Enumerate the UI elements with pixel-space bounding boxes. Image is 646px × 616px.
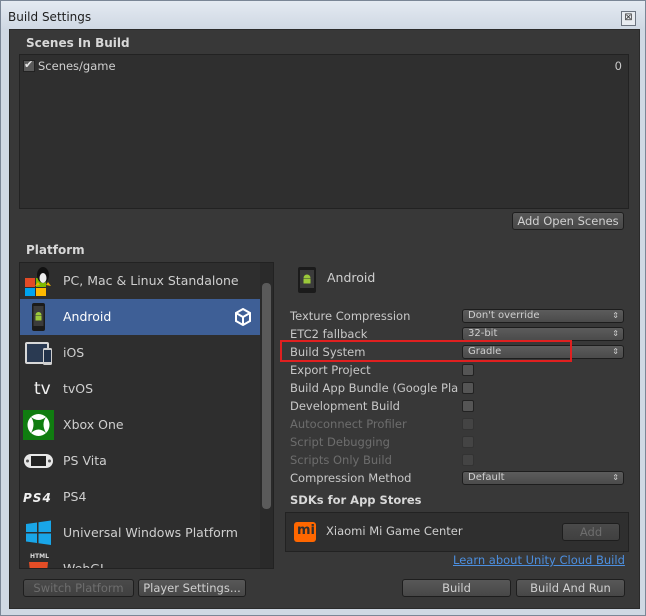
player-settings-button[interactable]: Player Settings...	[138, 579, 246, 597]
add-sdk-button[interactable]: Add	[562, 523, 620, 541]
scenes-header: Scenes In Build	[26, 36, 130, 50]
dropdown-value: Don't override	[468, 310, 540, 321]
switch-platform-button[interactable]: Switch Platform	[23, 579, 134, 597]
xbox-icon	[23, 410, 54, 440]
platform-item-webgl[interactable]: HTML WebGL	[20, 551, 260, 569]
compression-method-dropdown[interactable]: Default ⇕	[462, 471, 624, 485]
export-project-checkbox[interactable]	[462, 364, 474, 376]
scripts-only-build-label: Scripts Only Build	[290, 453, 392, 467]
platform-item-ios[interactable]: iOS	[20, 335, 260, 371]
android-title-icon	[298, 267, 316, 293]
script-debugging-checkbox	[462, 436, 474, 448]
platform-label: Android	[63, 309, 112, 324]
platform-list[interactable]: PC, Mac & Linux Standalone Android iOS t…	[19, 262, 274, 569]
scrollbar-thumb[interactable]	[262, 283, 271, 509]
autoconnect-profiler-label: Autoconnect Profiler	[290, 417, 407, 431]
script-debugging-label: Script Debugging	[290, 435, 390, 449]
sdk-header: SDKs for App Stores	[290, 493, 422, 507]
dropdown-arrow-icon: ⇕	[612, 473, 619, 482]
build-and-run-button[interactable]: Build And Run	[516, 579, 625, 597]
platform-label: WebGL	[63, 561, 107, 569]
build-app-bundle-checkbox[interactable]	[462, 382, 474, 394]
scene-row[interactable]: Scenes/game 0	[22, 58, 626, 74]
scripts-only-build-checkbox	[462, 454, 474, 466]
build-settings-window: Build Settings ⊠ Scenes In Build Scenes/…	[0, 0, 646, 616]
scene-index: 0	[614, 59, 622, 73]
ps4-icon: PS4	[23, 491, 52, 505]
pc-mac-linux-icon	[25, 267, 51, 296]
platform-item-tvos[interactable]: tv tvOS	[20, 371, 260, 407]
compression-method-label: Compression Method	[290, 471, 412, 485]
build-app-bundle-label: Build App Bundle (Google Pla	[290, 381, 459, 395]
dropdown-arrow-icon: ⇕	[612, 329, 619, 338]
platform-label: PC, Mac & Linux Standalone	[63, 273, 239, 288]
build-system-highlight	[280, 340, 572, 362]
windows-icon	[26, 520, 51, 545]
platform-item-pc-mac-linux[interactable]: PC, Mac & Linux Standalone	[20, 263, 260, 299]
add-open-scenes-button[interactable]: Add Open Scenes	[512, 212, 624, 230]
ps-vita-icon	[24, 454, 53, 468]
build-button[interactable]: Build	[402, 579, 511, 597]
development-build-label: Development Build	[290, 399, 400, 413]
title-bar[interactable]: Build Settings ⊠	[1, 1, 645, 29]
platform-item-uwp[interactable]: Universal Windows Platform	[20, 515, 260, 551]
sdk-row: mi Xiaomi Mi Game Center Add	[285, 512, 629, 552]
platform-header: Platform	[26, 243, 85, 257]
etc2-fallback-label: ETC2 fallback	[290, 327, 368, 341]
sdk-name: Xiaomi Mi Game Center	[326, 524, 463, 538]
platform-item-xbox-one[interactable]: Xbox One	[20, 407, 260, 443]
dropdown-arrow-icon: ⇕	[612, 347, 619, 356]
platform-label: Xbox One	[63, 417, 124, 432]
cloud-build-link[interactable]: Learn about Unity Cloud Build	[453, 553, 625, 567]
window-content: Scenes In Build Scenes/game 0 Add Open S…	[9, 29, 640, 609]
autoconnect-profiler-checkbox	[462, 418, 474, 430]
platform-item-android[interactable]: Android	[20, 299, 260, 335]
platform-item-ps4[interactable]: PS4 PS4	[20, 479, 260, 515]
etc2-fallback-dropdown[interactable]: 32-bit ⇕	[462, 327, 624, 341]
unity-icon	[235, 308, 251, 326]
html-logo-text: HTML	[30, 553, 49, 560]
platform-scrollbar[interactable]	[260, 263, 273, 568]
dropdown-value: 32-bit	[468, 328, 498, 339]
xiaomi-logo-icon: mi	[294, 522, 316, 542]
ios-icon	[25, 342, 52, 365]
android-icon	[32, 303, 45, 331]
texture-compression-dropdown[interactable]: Don't override ⇕	[462, 309, 624, 323]
scene-checkbox[interactable]	[23, 58, 35, 72]
platform-label: iOS	[63, 345, 85, 360]
platform-label: PS4	[63, 489, 87, 504]
platform-label: tvOS	[63, 381, 94, 396]
platform-title: Android	[327, 270, 376, 285]
close-button[interactable]: ⊠	[621, 11, 636, 26]
dropdown-value: Default	[468, 472, 505, 483]
scenes-list[interactable]: Scenes/game 0	[19, 54, 629, 209]
platform-label: PS Vita	[63, 453, 107, 468]
scene-name: Scenes/game	[38, 59, 116, 73]
dropdown-arrow-icon: ⇕	[612, 311, 619, 320]
window-title: Build Settings	[8, 10, 92, 24]
export-project-label: Export Project	[290, 363, 371, 377]
platform-label: Universal Windows Platform	[63, 525, 238, 540]
texture-compression-label: Texture Compression	[290, 309, 411, 323]
platform-item-ps-vita[interactable]: PS Vita	[20, 443, 260, 479]
development-build-checkbox[interactable]	[462, 400, 474, 412]
tvos-icon: tv	[34, 379, 51, 399]
